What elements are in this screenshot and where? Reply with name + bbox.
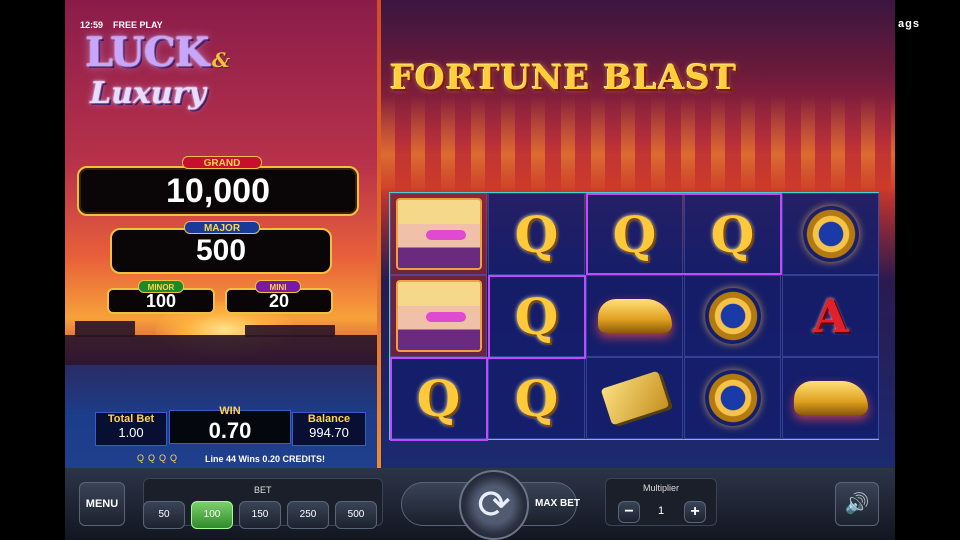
q-symbol: Q — [514, 368, 559, 428]
jackpot-grand-label: GRAND — [182, 156, 262, 169]
total-bet-label: Total Bet — [107, 413, 155, 425]
watch-symbol — [696, 280, 769, 352]
bet-selector: BET 50 100 150 250 500 — [143, 478, 383, 529]
credit-card-symbol — [600, 370, 669, 426]
jackpot-minor-label: MINOR — [138, 280, 184, 293]
city-skyline — [65, 321, 377, 365]
q-symbol: Q — [514, 204, 559, 264]
balance-display: Balance 994.70 — [292, 412, 366, 446]
reel-3-row-1: Q — [586, 193, 683, 275]
reel-4-row-2 — [684, 275, 781, 357]
line-win-message: Line 44 Wins 0.20 CREDITS! — [205, 454, 325, 464]
multiplier-minus-button[interactable]: − — [618, 501, 640, 523]
lady-symbol — [395, 280, 482, 352]
flames — [381, 95, 895, 195]
sound-button[interactable]: 🔊 — [835, 482, 879, 526]
reel-1-row-3: Q — [390, 357, 487, 439]
bet-label: BET — [254, 485, 272, 495]
car-symbol — [793, 381, 868, 415]
reel-4-row-1: Q — [684, 193, 781, 275]
reel-2-row-3: Q — [488, 357, 585, 439]
win-label: WIN — [219, 405, 241, 417]
logo-luxury: Luxury — [90, 76, 206, 111]
reel-3-row-3 — [586, 357, 683, 439]
multiplier-control: Multiplier − 1 + — [605, 478, 717, 526]
brand-logo: ags — [898, 18, 920, 30]
speaker-icon: 🔊 — [844, 493, 870, 515]
total-bet-display: Total Bet 1.00 — [95, 412, 167, 446]
menu-button[interactable]: MENU — [79, 482, 125, 526]
total-bet-value: 1.00 — [118, 425, 144, 440]
bet-option-500[interactable]: 500 — [335, 501, 377, 529]
logo-luck: LUCK — [85, 29, 209, 76]
reel-2-row-1: Q — [488, 193, 585, 275]
jackpot-mini-label: MINI — [255, 280, 301, 293]
win-value: 0.70 — [208, 418, 252, 443]
bet-option-50[interactable]: 50 — [143, 501, 185, 529]
q-symbol: Q — [416, 368, 461, 428]
balance-value: 994.70 — [309, 425, 349, 440]
q-symbol: Q — [710, 204, 755, 264]
car-symbol — [597, 299, 672, 333]
multiplier-value: 1 — [657, 505, 665, 517]
jackpot-major-label: MAJOR — [184, 221, 260, 234]
balance-label: Balance — [307, 413, 351, 425]
reel-1-row-1 — [390, 193, 487, 275]
symbol-bubbles: QQQQ — [137, 453, 182, 463]
reel-1-row-2 — [390, 275, 487, 357]
reel-3-row-2 — [586, 275, 683, 357]
bet-option-250[interactable]: 250 — [287, 501, 329, 529]
lady-symbol — [395, 198, 482, 270]
reel-5-row-3 — [782, 357, 879, 439]
bet-option-100[interactable]: 100 — [191, 501, 233, 529]
jackpot-grand-value: 10,000 — [77, 166, 359, 216]
bet-option-150[interactable]: 150 — [239, 501, 281, 529]
watch-symbol — [696, 362, 769, 434]
reel-4-row-3 — [684, 357, 781, 439]
spin-button[interactable]: ⟳ — [459, 470, 529, 540]
multiplier-plus-button[interactable]: + — [684, 501, 706, 523]
q-symbol: Q — [612, 204, 657, 264]
control-bar: MENU BET 50 100 150 250 500 ⟳ MAX BET Mu… — [65, 468, 895, 540]
reel-5-row-1 — [782, 193, 879, 275]
max-bet-button[interactable]: MAX BET — [535, 498, 580, 509]
game-title: FORTUNE BLAST — [390, 58, 738, 98]
a-symbol: A — [812, 289, 849, 343]
reel-2-row-2: Q — [488, 275, 585, 357]
multiplier-label: Multiplier — [642, 483, 679, 493]
spin-icon: ⟳ — [477, 483, 511, 527]
win-display: WIN 0.70 — [169, 405, 291, 444]
watch-symbol — [794, 198, 867, 270]
reel-5-row-2: A — [782, 275, 879, 357]
reel-grid: Q Q Q Q Q Q A — [389, 192, 879, 441]
q-symbol: Q — [514, 286, 559, 346]
logo-ampersand: & — [212, 48, 231, 72]
